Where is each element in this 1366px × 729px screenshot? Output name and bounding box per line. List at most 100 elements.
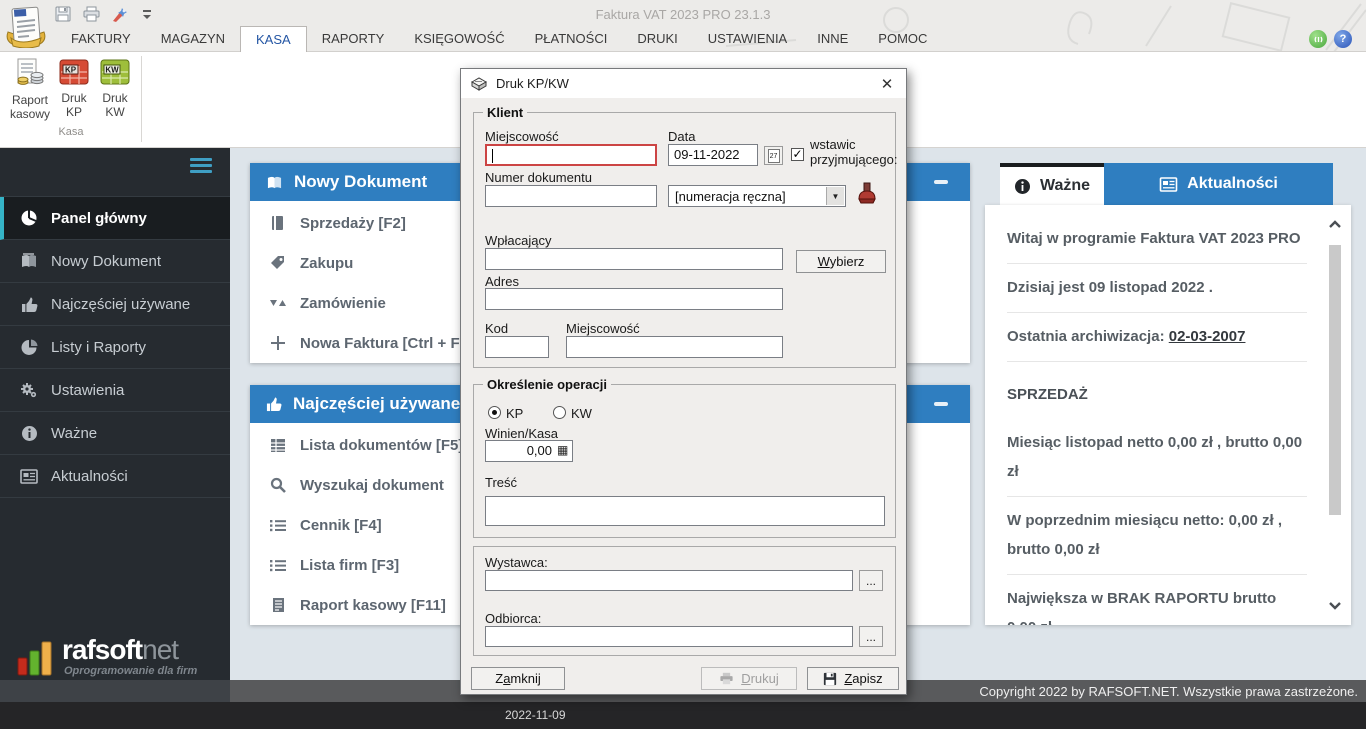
menu-item-label: Cennik [F4] xyxy=(300,517,382,534)
svg-text:KP: KP xyxy=(65,66,77,75)
zamknij-button[interactable]: Zamknij xyxy=(471,667,565,690)
panel-title: Najczęściej używane xyxy=(293,394,460,414)
logo-tagline: Oprogramowanie dla firm xyxy=(64,665,197,677)
search-icon xyxy=(268,477,288,493)
calculator-icon[interactable]: ▦ xyxy=(557,443,568,457)
kod-input[interactable] xyxy=(485,336,549,358)
info-tabs: Ważne Aktualności xyxy=(985,163,1351,205)
wstawic-label-line2: przyjmującego: xyxy=(810,152,897,167)
tab-ksiegowosc[interactable]: KSIĘGOWOŚĆ xyxy=(399,26,519,51)
logo-suffix: net xyxy=(142,634,178,665)
sort-triangles-icon xyxy=(268,298,288,308)
data-label: Data xyxy=(668,129,695,144)
miejscowosc2-label: Miejscowość xyxy=(566,321,640,336)
copyright-text: Copyright 2022 by RAFSOFT.NET. Wszystkie… xyxy=(979,684,1358,699)
current-date: 2022-11-09 xyxy=(505,708,566,722)
tab-ustawienia[interactable]: USTAWIENIA xyxy=(693,26,802,51)
adres-label: Adres xyxy=(485,274,519,289)
sidebar-item-label: Panel główny xyxy=(51,210,147,227)
radio-kw[interactable] xyxy=(553,406,566,419)
miejscowosc-input[interactable] xyxy=(485,144,657,166)
kod-label: Kod xyxy=(485,321,508,336)
group-legend: Klient xyxy=(483,105,527,120)
raport-kasowy-button[interactable]: Raport kasowy xyxy=(4,58,56,121)
calendar-picker-button[interactable]: 27 xyxy=(764,146,783,165)
druk-kw-button[interactable]: KW Druk KW xyxy=(96,58,134,119)
wplacajacy-input[interactable] xyxy=(485,248,783,270)
sidebar-item-label: Listy i Raporty xyxy=(51,339,146,356)
save-icon xyxy=(823,672,837,686)
odbiorca-input[interactable] xyxy=(485,626,853,647)
tab-magazyn[interactable]: MAGAZYN xyxy=(146,26,240,51)
sidebar-item-label: Ustawienia xyxy=(51,382,124,399)
tab-pomoc[interactable]: POMOC xyxy=(863,26,942,51)
logo-main: rafsoft xyxy=(62,634,142,665)
tab-kasa[interactable]: KASA xyxy=(240,26,307,52)
zapisz-button[interactable]: Zapisz xyxy=(807,667,899,690)
menu-item-label: Raport kasowy [F11] xyxy=(300,597,446,614)
book-icon xyxy=(266,175,283,190)
dialog-title-bar[interactable]: Druk KP/KW ✕ xyxy=(461,69,906,98)
druk-kp-button[interactable]: KP Druk KP xyxy=(55,58,93,119)
tag-icon xyxy=(268,255,288,271)
info-scrollbar[interactable] xyxy=(1327,217,1343,613)
info-entry-text: Ostatnia archiwizacja: xyxy=(1007,328,1169,345)
miejscowosc2-input[interactable] xyxy=(566,336,783,358)
info-entry: W poprzednim miesiącu netto: 0,00 zł , b… xyxy=(1007,497,1307,575)
list-icon xyxy=(268,559,288,572)
adres-input[interactable] xyxy=(485,288,783,310)
numeracja-dropdown[interactable]: [numeracja ręczna] ▼ xyxy=(668,185,846,207)
tab-faktury[interactable]: FAKTURY xyxy=(56,26,146,51)
ribbon-button-label: Druk KP xyxy=(61,91,86,119)
sidebar-item-label: Ważne xyxy=(51,425,97,442)
info-icon xyxy=(20,424,38,442)
sidebar-item-aktualnosci[interactable]: Aktualności xyxy=(0,455,230,498)
info-panel-body: Witaj w programie Faktura VAT 2023 PRO D… xyxy=(985,205,1351,625)
sidebar-item-listy-i-raporty[interactable]: Listy i Raporty xyxy=(0,326,230,369)
close-icon[interactable]: ✕ xyxy=(877,74,897,94)
wybierz-button[interactable]: Wybierz xyxy=(796,250,886,273)
print-form-icon xyxy=(470,76,488,91)
tab-wazne[interactable]: Ważne xyxy=(1000,163,1104,205)
tab-inne[interactable]: INNE xyxy=(802,26,863,51)
drukuj-button[interactable]: Drukuj xyxy=(701,667,797,690)
chevron-down-icon[interactable]: ▼ xyxy=(826,187,844,205)
scrollbar-thumb[interactable] xyxy=(1329,245,1341,515)
hamburger-menu-icon[interactable] xyxy=(190,158,212,176)
numer-dokumentu-input[interactable] xyxy=(485,185,657,207)
tab-druki[interactable]: DRUKI xyxy=(622,26,692,51)
sidebar-item-label: Nowy Dokument xyxy=(51,253,161,270)
window-title: Faktura VAT 2023 PRO 23.1.3 xyxy=(0,7,1366,22)
statusbar-left xyxy=(0,680,230,702)
title-bar: Faktura VAT 2023 PRO 23.1.3 ? FAKTURY MA… xyxy=(0,0,1366,52)
radio-kp-label: KP xyxy=(506,406,523,421)
scroll-down-icon[interactable] xyxy=(1327,597,1343,613)
logo-bars-icon xyxy=(16,638,56,678)
wstawic-checkbox[interactable]: ✓ xyxy=(791,148,804,161)
sidebar-item-wazne[interactable]: Ważne xyxy=(0,412,230,455)
numer-dokumentu-label: Numer dokumentu xyxy=(485,170,592,185)
radio-kp[interactable] xyxy=(488,406,501,419)
wystawca-input[interactable] xyxy=(485,570,853,591)
tab-raporty[interactable]: RAPORTY xyxy=(307,26,400,51)
sidebar-item-panel-glowny[interactable]: Panel główny xyxy=(0,197,230,240)
tresc-input[interactable] xyxy=(485,496,885,526)
odbiorca-browse-button[interactable]: ... xyxy=(859,626,883,647)
text-caret xyxy=(492,149,493,163)
newspaper-icon xyxy=(20,467,38,485)
data-input[interactable]: 09-11-2022 xyxy=(668,144,758,166)
scroll-up-icon[interactable] xyxy=(1327,217,1343,233)
sidebar-item-najczesciej-uzywane[interactable]: Najczęściej używane xyxy=(0,283,230,326)
collapse-icon[interactable] xyxy=(934,402,948,406)
collapse-icon[interactable] xyxy=(934,180,948,184)
tab-label: Ważne xyxy=(1040,177,1090,195)
wystawca-browse-button[interactable]: ... xyxy=(859,570,883,591)
info-entry: Ostatnia archiwizacja: 02-03-2007 xyxy=(1007,313,1307,362)
tab-aktualnosci[interactable]: Aktualności xyxy=(1104,163,1333,205)
tab-platnosci[interactable]: PŁATNOŚCI xyxy=(520,26,623,51)
thumbs-up-icon xyxy=(20,295,38,313)
sidebar-item-nowy-dokument[interactable]: Nowy Dokument xyxy=(0,240,230,283)
stamp-icon[interactable] xyxy=(856,182,878,206)
sidebar-item-ustawienia[interactable]: Ustawienia xyxy=(0,369,230,412)
archive-date-link[interactable]: 02-03-2007 xyxy=(1169,328,1246,345)
